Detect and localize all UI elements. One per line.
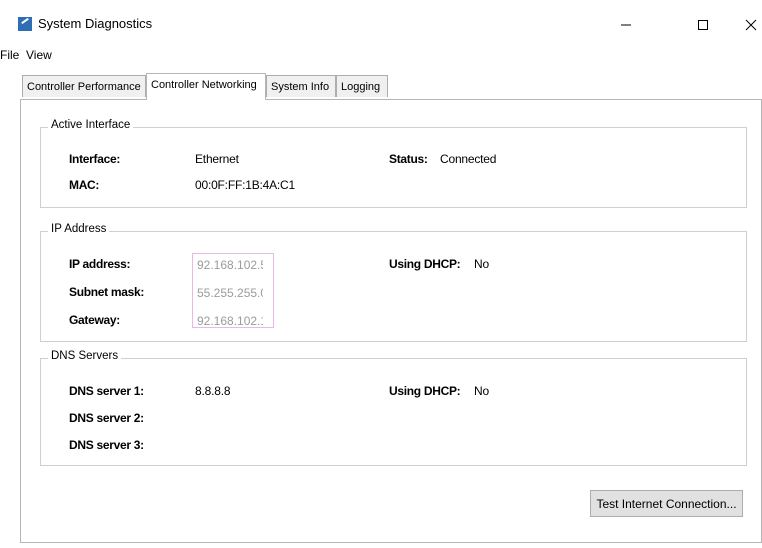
close-icon (745, 19, 757, 31)
group-ip-address: IP Address (40, 223, 747, 342)
tab-controller-networking[interactable]: Controller Networking (146, 73, 266, 100)
group-active-interface: Active Interface (40, 119, 747, 208)
mac-label: MAC: (69, 178, 100, 192)
ip-address-label: IP address: (69, 257, 131, 271)
interface-label: Interface: (69, 152, 121, 166)
menu-bar: File View (0, 44, 762, 64)
ip-using-dhcp-label: Using DHCP: (389, 257, 461, 271)
tab-logging[interactable]: Logging (336, 75, 388, 97)
group-legend: DNS Servers (48, 350, 122, 362)
dns-server-3-label: DNS server 3: (69, 438, 144, 452)
tab-system-info[interactable]: System Info (266, 75, 336, 97)
app-icon (18, 17, 32, 31)
gateway-value: 92.168.102.1 (197, 314, 263, 328)
subnet-mask-value: 55.255.255.0 (197, 286, 263, 300)
gateway-label: Gateway: (69, 313, 120, 327)
subnet-mask-label: Subnet mask: (69, 285, 145, 299)
status-value: Connected (440, 152, 497, 166)
dns-server-2-label: DNS server 2: (69, 411, 144, 425)
dns-using-dhcp-value: No (474, 384, 489, 398)
menu-view[interactable]: View (26, 48, 52, 62)
group-dns-servers: DNS Servers (40, 350, 747, 466)
menu-file[interactable]: File (0, 48, 19, 62)
status-label: Status: (389, 152, 428, 166)
interface-value: Ethernet (195, 152, 239, 166)
minimize-icon (621, 24, 631, 26)
window-title: System Diagnostics (38, 16, 153, 31)
title-bar: System Diagnostics (0, 0, 762, 40)
ip-using-dhcp-value: No (474, 257, 489, 271)
minimize-button[interactable] (603, 10, 649, 40)
group-legend: Active Interface (48, 119, 134, 131)
close-button[interactable] (728, 10, 762, 40)
tab-controller-performance[interactable]: Controller Performance (22, 75, 146, 97)
group-legend: IP Address (48, 223, 110, 235)
dns-using-dhcp-label: Using DHCP: (389, 384, 461, 398)
dns-server-1-label: DNS server 1: (69, 384, 144, 398)
test-internet-connection-button[interactable]: Test Internet Connection... (590, 490, 743, 517)
dns-server-1-value: 8.8.8.8 (195, 384, 231, 398)
ip-address-value: 92.168.102.5 (197, 258, 263, 272)
mac-value: 00:0F:FF:1B:4A:C1 (195, 178, 295, 192)
maximize-icon (698, 20, 708, 30)
maximize-button[interactable] (680, 10, 726, 40)
